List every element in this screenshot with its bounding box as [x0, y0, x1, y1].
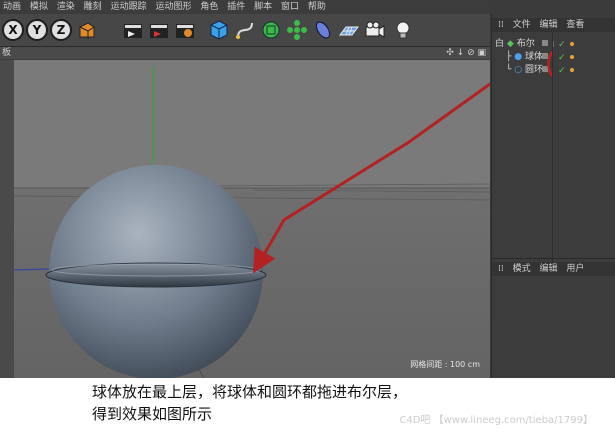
grid-distance-label: 网格间距 : 100 cm: [410, 360, 480, 369]
subdivision-surface-icon[interactable]: [260, 19, 282, 41]
tag-dot: [570, 42, 574, 46]
panel-divider: [492, 258, 615, 259]
viewport-nav-icons[interactable]: ✣ ↓ ⊘ ▣: [446, 47, 486, 59]
floor-grid-icon[interactable]: [338, 19, 360, 41]
spline-pen-icon[interactable]: [234, 19, 256, 41]
torus-object[interactable]: [45, 262, 267, 288]
render-region-icon[interactable]: [148, 19, 170, 41]
menu-sculpt[interactable]: 雕刻: [84, 2, 102, 12]
menu-mograph[interactable]: 运动图形: [155, 2, 191, 12]
enable-check-icon[interactable]: ✓: [558, 66, 566, 76]
tag-dot: [570, 68, 574, 72]
layer-swatch[interactable]: [542, 53, 548, 59]
axis-y-button[interactable]: Y: [26, 19, 48, 41]
camera-icon[interactable]: [364, 19, 386, 41]
layer-swatch[interactable]: [542, 66, 548, 72]
light-bulb-icon[interactable]: [392, 19, 414, 41]
menu-simulate[interactable]: 模拟: [30, 2, 48, 12]
render-settings-icon[interactable]: [174, 19, 196, 41]
axis-x-button[interactable]: X: [2, 19, 24, 41]
render-view-icon[interactable]: [122, 19, 144, 41]
layer-swatch[interactable]: [542, 40, 548, 46]
grip-icon: ⁞⁞: [498, 264, 504, 274]
viewport-scene: [14, 60, 490, 378]
am-menu-edit[interactable]: 编辑: [540, 264, 558, 274]
main-toolbar: X Y Z: [0, 14, 490, 47]
menu-help[interactable]: 帮助: [308, 2, 326, 12]
3d-viewport[interactable]: 网格间距 : 100 cm: [14, 60, 490, 378]
axis-z-button[interactable]: Z: [50, 19, 72, 41]
array-cloner-icon[interactable]: [286, 19, 308, 41]
left-tool-strip: [0, 60, 14, 378]
om-menu-file[interactable]: 文件: [513, 20, 531, 30]
menu-bar: 动画 模拟 渲染 雕刻 运动跟踪 运动图形 角色 插件 脚本 窗口 帮助: [0, 0, 490, 14]
sky-area: [14, 60, 490, 188]
viewport-panel-label: 板: [2, 48, 12, 58]
menu-character[interactable]: 角色: [200, 2, 218, 12]
am-menu-user[interactable]: 用户: [566, 264, 584, 274]
cube-icon[interactable]: [208, 19, 230, 41]
om-menu-edit[interactable]: 编辑: [540, 20, 558, 30]
column-divider: [552, 32, 553, 262]
menu-window[interactable]: 窗口: [281, 2, 299, 12]
deformer-icon[interactable]: [312, 19, 334, 41]
attribute-manager-menu: ⁞⁞ 模式 编辑 用户: [492, 262, 615, 276]
right-panel: ⁞⁞ 文件 编辑 查看 白 ◆ 布尔 ├ ● 球体 └ ○ 圆环 ⁝ ✓ ✓ ✓: [491, 14, 615, 378]
menu-render[interactable]: 渲染: [57, 2, 75, 12]
menu-motion-tracking[interactable]: 运动跟踪: [111, 2, 147, 12]
menu-plugins[interactable]: 插件: [227, 2, 245, 12]
coordinate-system-icon[interactable]: [76, 19, 98, 41]
menu-script[interactable]: 脚本: [254, 2, 272, 12]
visibility-checks: ⁝ ✓ ✓ ✓: [542, 40, 574, 78]
am-menu-mode[interactable]: 模式: [513, 264, 531, 274]
enable-check-icon[interactable]: ✓: [558, 53, 566, 63]
watermark-text: C4D吧 【www.lineeg.com/tieba/1799】: [399, 415, 593, 426]
caption-line-1: 球体放在最上层，将球体和圆环都拖进布尔层，: [92, 383, 408, 401]
menu-animation[interactable]: 动画: [3, 2, 21, 12]
enable-check-icon[interactable]: ✓: [558, 40, 566, 50]
grip-icon: ⁞⁞: [498, 20, 504, 30]
object-manager-menu: ⁞⁞ 文件 编辑 查看: [492, 18, 615, 32]
viewport-header: 板 ✣ ↓ ⊘ ▣: [0, 47, 490, 59]
om-menu-view[interactable]: 查看: [566, 20, 584, 30]
c4d-window: 动画 模拟 渲染 雕刻 运动跟踪 运动图形 角色 插件 脚本 窗口 帮助 X Y…: [0, 0, 615, 378]
tag-dot: [570, 55, 574, 59]
